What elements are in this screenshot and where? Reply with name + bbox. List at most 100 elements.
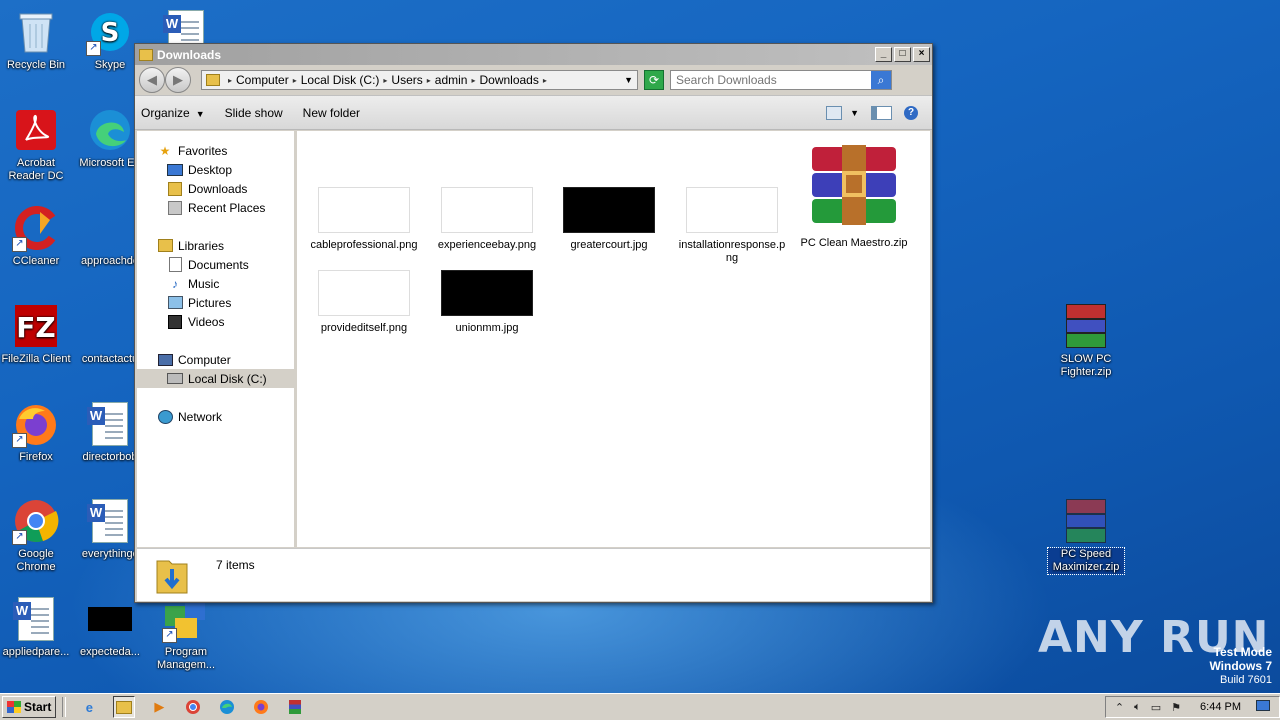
address-row: ◀ ▶ ▸ Computer ▸ Local Disk (C:) ▸ Users ▸ … (135, 65, 932, 95)
winrar-taskbar-icon[interactable] (285, 697, 305, 717)
desktop-icon-acrobat[interactable]: Acrobat Reader DC (0, 106, 74, 183)
close-button[interactable]: × (913, 47, 930, 62)
organize-label: Organize (141, 105, 190, 120)
file-item[interactable]: installationresponse.png (672, 187, 792, 265)
file-item[interactable]: PC Clean Maestro.zip (794, 145, 914, 250)
desktop-icon-ccleaner[interactable]: ↗ CCleaner (0, 204, 74, 268)
nav-computer[interactable]: Computer (137, 350, 294, 369)
nav-libraries[interactable]: Libraries (137, 236, 294, 255)
desktop-icon-slow-pc-fighter[interactable]: SLOW PC Fighter.zip (1048, 302, 1124, 379)
windows-logo-icon (7, 701, 21, 713)
svg-text:FZ: FZ (16, 311, 55, 344)
breadcrumb-downloads[interactable]: Downloads (479, 73, 538, 87)
media-player-icon[interactable]: ▶ (149, 697, 169, 717)
nav-local-disk[interactable]: Local Disk (C:) (137, 369, 294, 388)
desktop-icon-label: expecteda... (80, 646, 140, 658)
desktop-icon-expecteda[interactable]: expecteda... (72, 595, 148, 659)
forward-button[interactable]: ▶ (165, 67, 191, 93)
file-name: greatercourt.jpg (570, 239, 648, 251)
desktop-icon-pc-speed-maximizer[interactable]: PC Speed Maximizer.zip (1047, 497, 1125, 575)
slideshow-button[interactable]: Slide show (225, 106, 283, 120)
desktop-icon-label: appliedpare... (2, 646, 70, 658)
address-dropdown-icon[interactable]: ▼ (624, 75, 633, 85)
image-file-icon (86, 595, 134, 643)
maximize-button[interactable]: □ (894, 47, 911, 62)
desktop-icon-label: FileZilla Client (1, 353, 71, 365)
nav-desktop[interactable]: Desktop (137, 160, 294, 179)
nav-label: Libraries (178, 238, 225, 253)
desktop-icon-label: Google Chrome (16, 548, 56, 573)
views-icon[interactable] (826, 105, 843, 120)
breadcrumb-admin[interactable]: admin (435, 73, 468, 87)
skype-icon: S ↗ (86, 8, 134, 56)
nav-label: Downloads (188, 181, 248, 196)
start-button[interactable]: Start (2, 696, 57, 718)
explorer-window[interactable]: Downloads _ □ × ◀ ▶ ▸ Computer ▸ Local Di… (134, 43, 933, 603)
image-thumbnail (563, 187, 655, 233)
downloads-folder-icon (167, 181, 183, 196)
breadcrumb-local-disk[interactable]: Local Disk (C:) (301, 73, 380, 87)
nav-label: Music (188, 276, 220, 291)
file-item[interactable]: experienceebay.png (427, 187, 547, 252)
svg-text:S: S (101, 18, 120, 48)
nav-favorites[interactable]: ★ Favorites (137, 141, 294, 160)
nav-documents[interactable]: Documents (137, 255, 294, 274)
firefox-taskbar-icon[interactable] (251, 697, 271, 717)
word-document-icon: W (86, 497, 134, 545)
file-item[interactable]: unionmm.jpg (427, 270, 547, 335)
file-item[interactable]: cableprofessional.png (304, 187, 424, 252)
internet-explorer-icon[interactable]: e (79, 697, 99, 717)
file-icon (86, 204, 134, 252)
minimize-button[interactable]: _ (875, 47, 892, 62)
nav-music[interactable]: ♪ Music (137, 274, 294, 293)
desktop-icon-recycle-bin[interactable]: Recycle Bin (0, 8, 74, 72)
window-title: Downloads (157, 47, 222, 62)
nav-videos[interactable]: Videos (137, 312, 294, 331)
file-item[interactable]: greatercourt.jpg (549, 187, 669, 252)
winrar-archive-icon (1062, 497, 1110, 545)
desktop-icon-appliedpare[interactable]: W appliedpare... (0, 595, 74, 659)
file-list[interactable]: cableprofessional.png experienceebay.png… (297, 131, 930, 547)
downloads-folder-icon (155, 555, 189, 595)
desktop-icon-chrome[interactable]: ↗ Google Chrome (0, 497, 74, 574)
nav-label: Network (178, 409, 223, 424)
chrome-taskbar-icon[interactable] (183, 697, 203, 717)
refresh-icon[interactable]: ⟳ (644, 70, 664, 90)
explorer-taskbar-icon[interactable] (113, 696, 136, 718)
winrar-archive-icon (1062, 302, 1110, 350)
action-center-flag-icon[interactable]: ⚑ (1171, 701, 1181, 714)
new-folder-button[interactable]: New folder (303, 106, 360, 120)
nav-recent-places[interactable]: Recent Places (137, 198, 294, 217)
edge-taskbar-icon[interactable] (217, 697, 237, 717)
views-dropdown-icon[interactable]: ▼ (850, 108, 859, 118)
file-item[interactable]: provideditself.png (304, 270, 424, 335)
nav-pictures[interactable]: Pictures (137, 293, 294, 312)
preview-pane-icon[interactable] (871, 105, 892, 120)
organize-button[interactable]: Organize ▼ (141, 106, 205, 120)
file-name: experienceebay.png (437, 239, 537, 251)
show-desktop-icon[interactable] (1256, 700, 1270, 714)
nav-network[interactable]: Network (137, 407, 294, 426)
filezilla-icon: FZ (12, 302, 60, 350)
desktop-icon-firefox[interactable]: ↗ Firefox (0, 400, 74, 464)
breadcrumb-users[interactable]: Users (391, 73, 422, 87)
search-input[interactable] (671, 72, 871, 88)
search-icon[interactable]: ⌕ (871, 71, 891, 89)
desktop-icon-filezilla[interactable]: FZ FileZilla Client (0, 302, 74, 366)
nav-downloads[interactable]: Downloads (137, 179, 294, 198)
network-tray-icon[interactable]: ▭ (1151, 701, 1161, 714)
volume-icon[interactable]: 🔈︎ (1134, 701, 1141, 714)
back-button[interactable]: ◀ (139, 67, 165, 93)
breadcrumb-computer[interactable]: Computer (236, 73, 289, 87)
desktop-icon-program-manager[interactable]: ↗ Program Managem... (148, 595, 224, 672)
clock[interactable]: 6:44 PM (1200, 701, 1241, 713)
search-box[interactable]: ⌕ (670, 70, 892, 90)
acrobat-icon (12, 106, 60, 154)
window-titlebar[interactable]: Downloads _ □ × (135, 44, 932, 65)
navigation-pane[interactable]: ★ Favorites Desktop Downloads Recent Plac… (137, 131, 297, 547)
folder-icon (139, 48, 153, 61)
recent-places-icon (167, 200, 183, 215)
address-bar[interactable]: ▸ Computer ▸ Local Disk (C:) ▸ Users ▸ admi… (201, 70, 638, 90)
help-icon[interactable]: ? (904, 105, 918, 120)
show-hidden-icons-icon[interactable]: ⌃ (1115, 701, 1124, 714)
